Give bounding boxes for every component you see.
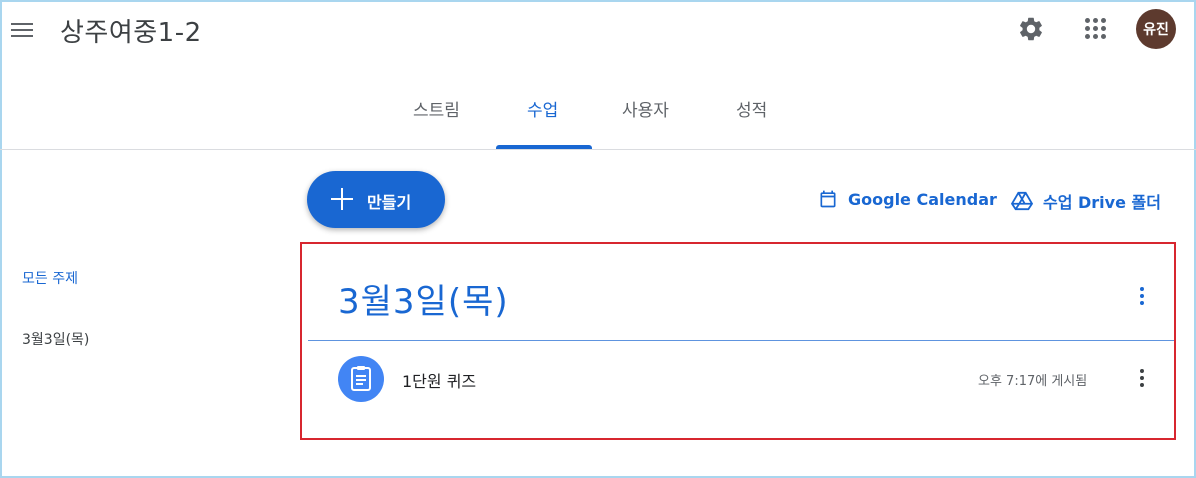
tab-people[interactable]: 사용자 <box>622 96 669 121</box>
create-button-label: 만들기 <box>367 193 412 212</box>
calendar-icon <box>820 190 836 208</box>
item-more-options-icon[interactable] <box>1130 366 1154 390</box>
list-item[interactable]: 1단원 퀴즈 오후 7:17에 게시됨 <box>308 352 1174 404</box>
topic-section: 3월3일(목) 1단원 퀴즈 오후 7:17에 게시됨 <box>300 242 1176 440</box>
avatar[interactable]: 유진 <box>1136 9 1176 49</box>
create-button[interactable]: 만들기 <box>307 171 445 228</box>
tab-grades[interactable]: 성적 <box>736 96 767 121</box>
class-title[interactable]: 상주여중1-2 <box>60 12 202 49</box>
app-header: 상주여중1-2 유진 스트림 수업 사용자 성적 <box>0 0 1196 150</box>
topic-divider <box>308 340 1174 341</box>
item-title: 1단원 퀴즈 <box>402 372 477 391</box>
sidebar-item-topic[interactable]: 3월3일(목) <box>22 329 89 349</box>
sidebar-item-all-topics[interactable]: 모든 주제 <box>22 268 78 288</box>
tab-classwork[interactable]: 수업 <box>527 96 558 121</box>
gear-icon[interactable] <box>1017 15 1045 43</box>
active-tab-indicator <box>496 145 592 149</box>
topic-more-options-icon[interactable] <box>1130 284 1154 308</box>
menu-icon[interactable] <box>11 20 35 40</box>
drive-icon <box>1011 191 1033 211</box>
assignment-icon <box>338 356 384 402</box>
class-drive-folder-label: 수업 Drive 폴더 <box>1043 193 1161 212</box>
item-posted-time: 오후 7:17에 게시됨 <box>978 374 1088 389</box>
topic-title: 3월3일(목) <box>338 282 509 322</box>
google-calendar-label: Google Calendar <box>848 189 997 209</box>
class-drive-folder-link[interactable]: 수업 Drive 폴더 <box>1011 189 1161 213</box>
google-apps-icon[interactable] <box>1085 18 1107 40</box>
tab-bar: 스트림 수업 사용자 성적 <box>0 84 1196 150</box>
plus-icon <box>331 188 353 210</box>
google-calendar-link[interactable]: Google Calendar <box>818 189 997 209</box>
tab-stream[interactable]: 스트림 <box>413 96 460 121</box>
